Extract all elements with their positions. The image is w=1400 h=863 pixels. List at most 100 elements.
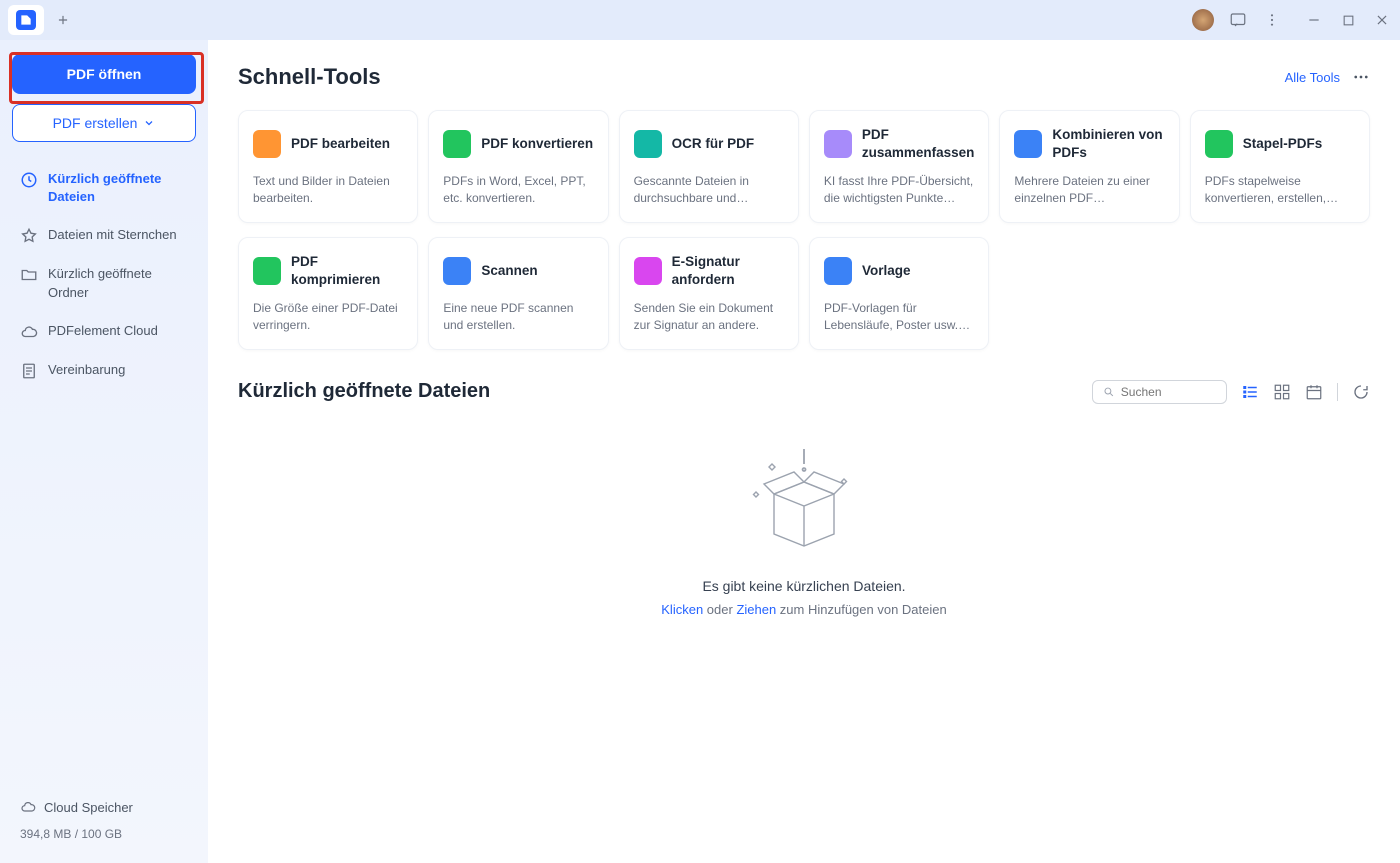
tool-desc: KI fasst Ihre PDF-Übersicht, die wichtig… [824, 173, 975, 208]
tool-title: Vorlage [862, 262, 911, 280]
tool-card[interactable]: Kombinieren von PDFs Mehrere Dateien zu … [999, 110, 1179, 223]
search-input[interactable] [1121, 385, 1216, 399]
clock-icon [20, 171, 38, 189]
titlebar-right [1192, 9, 1392, 31]
close-button[interactable] [1372, 10, 1392, 30]
document-icon [20, 362, 38, 380]
tool-desc: Eine neue PDF scannen und erstellen. [443, 300, 593, 335]
feedback-icon[interactable] [1228, 10, 1248, 30]
create-pdf-label: PDF erstellen [53, 115, 138, 131]
empty-state: Es gibt keine kürzlichen Dateien. Klicke… [238, 444, 1370, 617]
search-icon [1103, 385, 1115, 399]
tool-desc: Text und Bilder in Dateien bearbeiten. [253, 173, 403, 208]
minimize-button[interactable] [1304, 10, 1324, 30]
empty-box-icon [744, 444, 864, 554]
create-pdf-button[interactable]: PDF erstellen [12, 104, 196, 142]
cloud-icon [20, 799, 36, 815]
menu-dots-icon[interactable] [1262, 10, 1282, 30]
tools-row-1: PDF bearbeiten Text und Bilder in Dateie… [238, 110, 1370, 223]
nav-recent-folders[interactable]: Kürzlich geöffnete Ordner [12, 255, 196, 311]
nav-label: Dateien mit Sternchen [48, 226, 177, 244]
tool-title: PDF bearbeiten [291, 135, 390, 153]
cloud-storage-button[interactable]: Cloud Speicher [12, 791, 196, 823]
nav-label: Kürzlich geöffnete Dateien [48, 170, 188, 206]
tool-icon [1014, 130, 1042, 158]
tool-icon [634, 257, 662, 285]
click-link[interactable]: Klicken [661, 602, 703, 617]
nav-label: Kürzlich geöffnete Ordner [48, 265, 188, 301]
tool-title: E-Signatur anfordern [672, 253, 784, 288]
cloud-icon [20, 323, 38, 341]
cloud-storage-label: Cloud Speicher [44, 800, 133, 815]
maximize-button[interactable] [1338, 10, 1358, 30]
tool-desc: Senden Sie ein Dokument zur Signatur an … [634, 300, 784, 335]
titlebar [0, 0, 1400, 40]
more-icon[interactable] [1352, 68, 1370, 86]
nav-label: PDFelement Cloud [48, 322, 158, 340]
quick-tools-header: Schnell-Tools Alle Tools [238, 64, 1370, 90]
tool-desc: PDF-Vorlagen für Lebensläufe, Poster usw… [824, 300, 974, 335]
tool-icon [253, 130, 281, 158]
tool-desc: Mehrere Dateien zu einer einzelnen PDF z… [1014, 173, 1164, 208]
storage-usage: 394,8 MB / 100 GB [12, 823, 196, 849]
content: Schnell-Tools Alle Tools PDF bearbeiten … [208, 40, 1400, 863]
chevron-down-icon [143, 117, 155, 129]
quick-tools-title: Schnell-Tools [238, 64, 381, 90]
tool-card[interactable]: PDF komprimieren Die Größe einer PDF-Dat… [238, 237, 418, 350]
tool-desc: Gescannte Dateien in durchsuchbare und b… [634, 173, 784, 208]
nav-starred[interactable]: Dateien mit Sternchen [12, 216, 196, 255]
tool-desc: PDFs stapelweise konvertieren, erstellen… [1205, 173, 1355, 208]
tool-card[interactable]: PDF konvertieren PDFs in Word, Excel, PP… [428, 110, 608, 223]
folder-icon [20, 266, 38, 284]
refresh-icon[interactable] [1352, 383, 1370, 401]
tool-card[interactable]: Scannen Eine neue PDF scannen und erstel… [428, 237, 608, 350]
nav-recent-files[interactable]: Kürzlich geöffnete Dateien [12, 160, 196, 216]
open-pdf-button[interactable]: PDF öffnen [12, 54, 196, 94]
recent-title: Kürzlich geöffnete Dateien [238, 380, 490, 403]
tool-title: Kombinieren von PDFs [1052, 126, 1164, 161]
tool-title: Scannen [481, 262, 537, 280]
sidebar: PDF öffnen PDF erstellen Kürzlich geöffn… [0, 40, 208, 863]
tool-title: PDF komprimieren [291, 253, 403, 288]
nav-cloud[interactable]: PDFelement Cloud [12, 312, 196, 351]
divider [1337, 383, 1338, 401]
tool-icon [443, 130, 471, 158]
recent-section: Kürzlich geöffnete Dateien [238, 380, 1370, 617]
empty-hint: Klicken oder Ziehen zum Hinzufügen von D… [661, 602, 946, 617]
new-tab-button[interactable] [48, 5, 78, 35]
app-tab[interactable] [8, 5, 44, 35]
tool-card[interactable]: PDF zusammenfassen KI fasst Ihre PDF-Übe… [809, 110, 990, 223]
all-tools-link[interactable]: Alle Tools [1285, 70, 1340, 85]
window-controls [1304, 10, 1392, 30]
drag-link[interactable]: Ziehen [736, 602, 776, 617]
tool-icon [253, 257, 281, 285]
tool-title: PDF konvertieren [481, 135, 593, 153]
titlebar-left [8, 5, 78, 35]
grid-view-icon[interactable] [1273, 383, 1291, 401]
tool-desc: PDFs in Word, Excel, PPT, etc. konvertie… [443, 173, 593, 208]
search-box[interactable] [1092, 380, 1227, 404]
list-view-icon[interactable] [1241, 383, 1259, 401]
tool-card[interactable]: OCR für PDF Gescannte Dateien in durchsu… [619, 110, 799, 223]
tool-icon [824, 257, 852, 285]
tool-title: Stapel-PDFs [1243, 135, 1323, 153]
tool-card[interactable]: Vorlage PDF-Vorlagen für Lebensläufe, Po… [809, 237, 989, 350]
empty-title: Es gibt keine kürzlichen Dateien. [702, 578, 905, 594]
tool-card[interactable]: PDF bearbeiten Text und Bilder in Dateie… [238, 110, 418, 223]
tool-icon [1205, 130, 1233, 158]
tool-desc: Die Größe einer PDF-Datei verringern. [253, 300, 403, 335]
tools-row-2: PDF komprimieren Die Größe einer PDF-Dat… [238, 237, 1370, 350]
app-logo-icon [16, 10, 36, 30]
tool-icon [824, 130, 852, 158]
tool-icon [443, 257, 471, 285]
calendar-view-icon[interactable] [1305, 383, 1323, 401]
tool-title: OCR für PDF [672, 135, 755, 153]
recent-controls [1092, 380, 1370, 404]
nav-agreement[interactable]: Vereinbarung [12, 351, 196, 390]
avatar[interactable] [1192, 9, 1214, 31]
tool-card[interactable]: E-Signatur anfordern Senden Sie ein Doku… [619, 237, 799, 350]
star-icon [20, 227, 38, 245]
tool-icon [634, 130, 662, 158]
tool-title: PDF zusammenfassen [862, 126, 975, 161]
tool-card[interactable]: Stapel-PDFs PDFs stapelweise konvertiere… [1190, 110, 1370, 223]
